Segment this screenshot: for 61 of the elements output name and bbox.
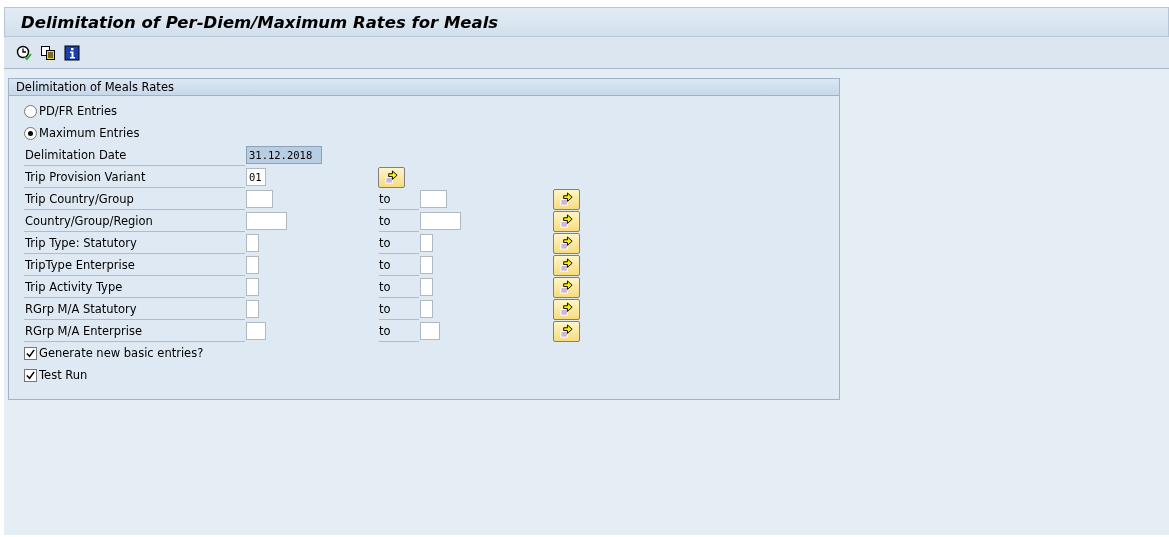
multiple-selection-button[interactable] xyxy=(553,188,580,210)
input-field[interactable]: 01 xyxy=(246,168,266,186)
input-field[interactable] xyxy=(246,278,259,296)
arrow-icon xyxy=(559,257,574,273)
field-label: Country/Group/Region xyxy=(24,210,245,232)
radio-button[interactable] xyxy=(24,126,37,140)
input-field[interactable] xyxy=(420,234,433,252)
arrow-icon xyxy=(384,169,399,185)
to-label: to xyxy=(379,254,419,276)
group-title: Delimitation of Meals Rates xyxy=(9,79,839,96)
field-label: Trip Country/Group xyxy=(24,188,245,210)
multiple-selection-button[interactable] xyxy=(553,254,580,276)
multiple-selection-button[interactable] xyxy=(553,276,580,298)
input-field[interactable] xyxy=(420,190,447,208)
input-field[interactable] xyxy=(420,256,433,274)
input-field[interactable] xyxy=(246,234,259,252)
input-field[interactable] xyxy=(246,256,259,274)
to-label: to xyxy=(379,320,419,342)
radio-button[interactable] xyxy=(24,104,37,118)
date-field[interactable]: 31.12.2018 xyxy=(246,146,322,164)
to-label: to xyxy=(379,210,419,232)
to-label: to xyxy=(379,276,419,298)
checkbox[interactable] xyxy=(24,368,37,382)
radio-label: PD/FR Entries xyxy=(39,104,117,118)
input-field[interactable] xyxy=(246,212,287,230)
field-label: Trip Provision Variant xyxy=(24,166,245,188)
input-field[interactable] xyxy=(420,278,433,296)
field-label: RGrp M/A Statutory xyxy=(24,298,245,320)
arrow-icon xyxy=(559,301,574,317)
checkbox-label: Generate new basic entries? xyxy=(39,346,204,360)
input-field[interactable] xyxy=(420,212,461,230)
info-icon[interactable] xyxy=(64,44,80,61)
to-label: to xyxy=(379,188,419,210)
input-field[interactable] xyxy=(246,322,266,340)
field-label: Delimitation Date xyxy=(24,144,245,166)
field-label: Trip Type: Statutory xyxy=(24,232,245,254)
input-field[interactable] xyxy=(420,300,433,318)
input-field[interactable] xyxy=(246,300,259,318)
to-label: to xyxy=(379,232,419,254)
checkbox-label: Test Run xyxy=(39,368,88,382)
field-label: RGrp M/A Enterprise xyxy=(24,320,245,342)
arrow-icon xyxy=(559,191,574,207)
arrow-icon xyxy=(559,323,574,339)
multiple-selection-button[interactable] xyxy=(378,166,405,188)
to-label: to xyxy=(379,298,419,320)
input-field[interactable] xyxy=(420,322,440,340)
copy-icon[interactable] xyxy=(40,44,56,61)
multiple-selection-button[interactable] xyxy=(553,232,580,254)
input-field[interactable] xyxy=(246,190,273,208)
window-title: Delimitation of Per-Diem/Maximum Rates for Meals xyxy=(21,12,499,32)
multiple-selection-button[interactable] xyxy=(553,210,580,232)
multiple-selection-button[interactable] xyxy=(553,298,580,320)
arrow-icon xyxy=(559,213,574,229)
arrow-icon xyxy=(559,279,574,295)
field-label: Trip Activity Type xyxy=(24,276,245,298)
clock-check-icon[interactable] xyxy=(16,44,32,61)
arrow-icon xyxy=(559,235,574,251)
multiple-selection-button[interactable] xyxy=(553,320,580,342)
radio-label: Maximum Entries xyxy=(39,126,140,140)
checkbox[interactable] xyxy=(24,346,37,360)
field-label: TripType Enterprise xyxy=(24,254,245,276)
